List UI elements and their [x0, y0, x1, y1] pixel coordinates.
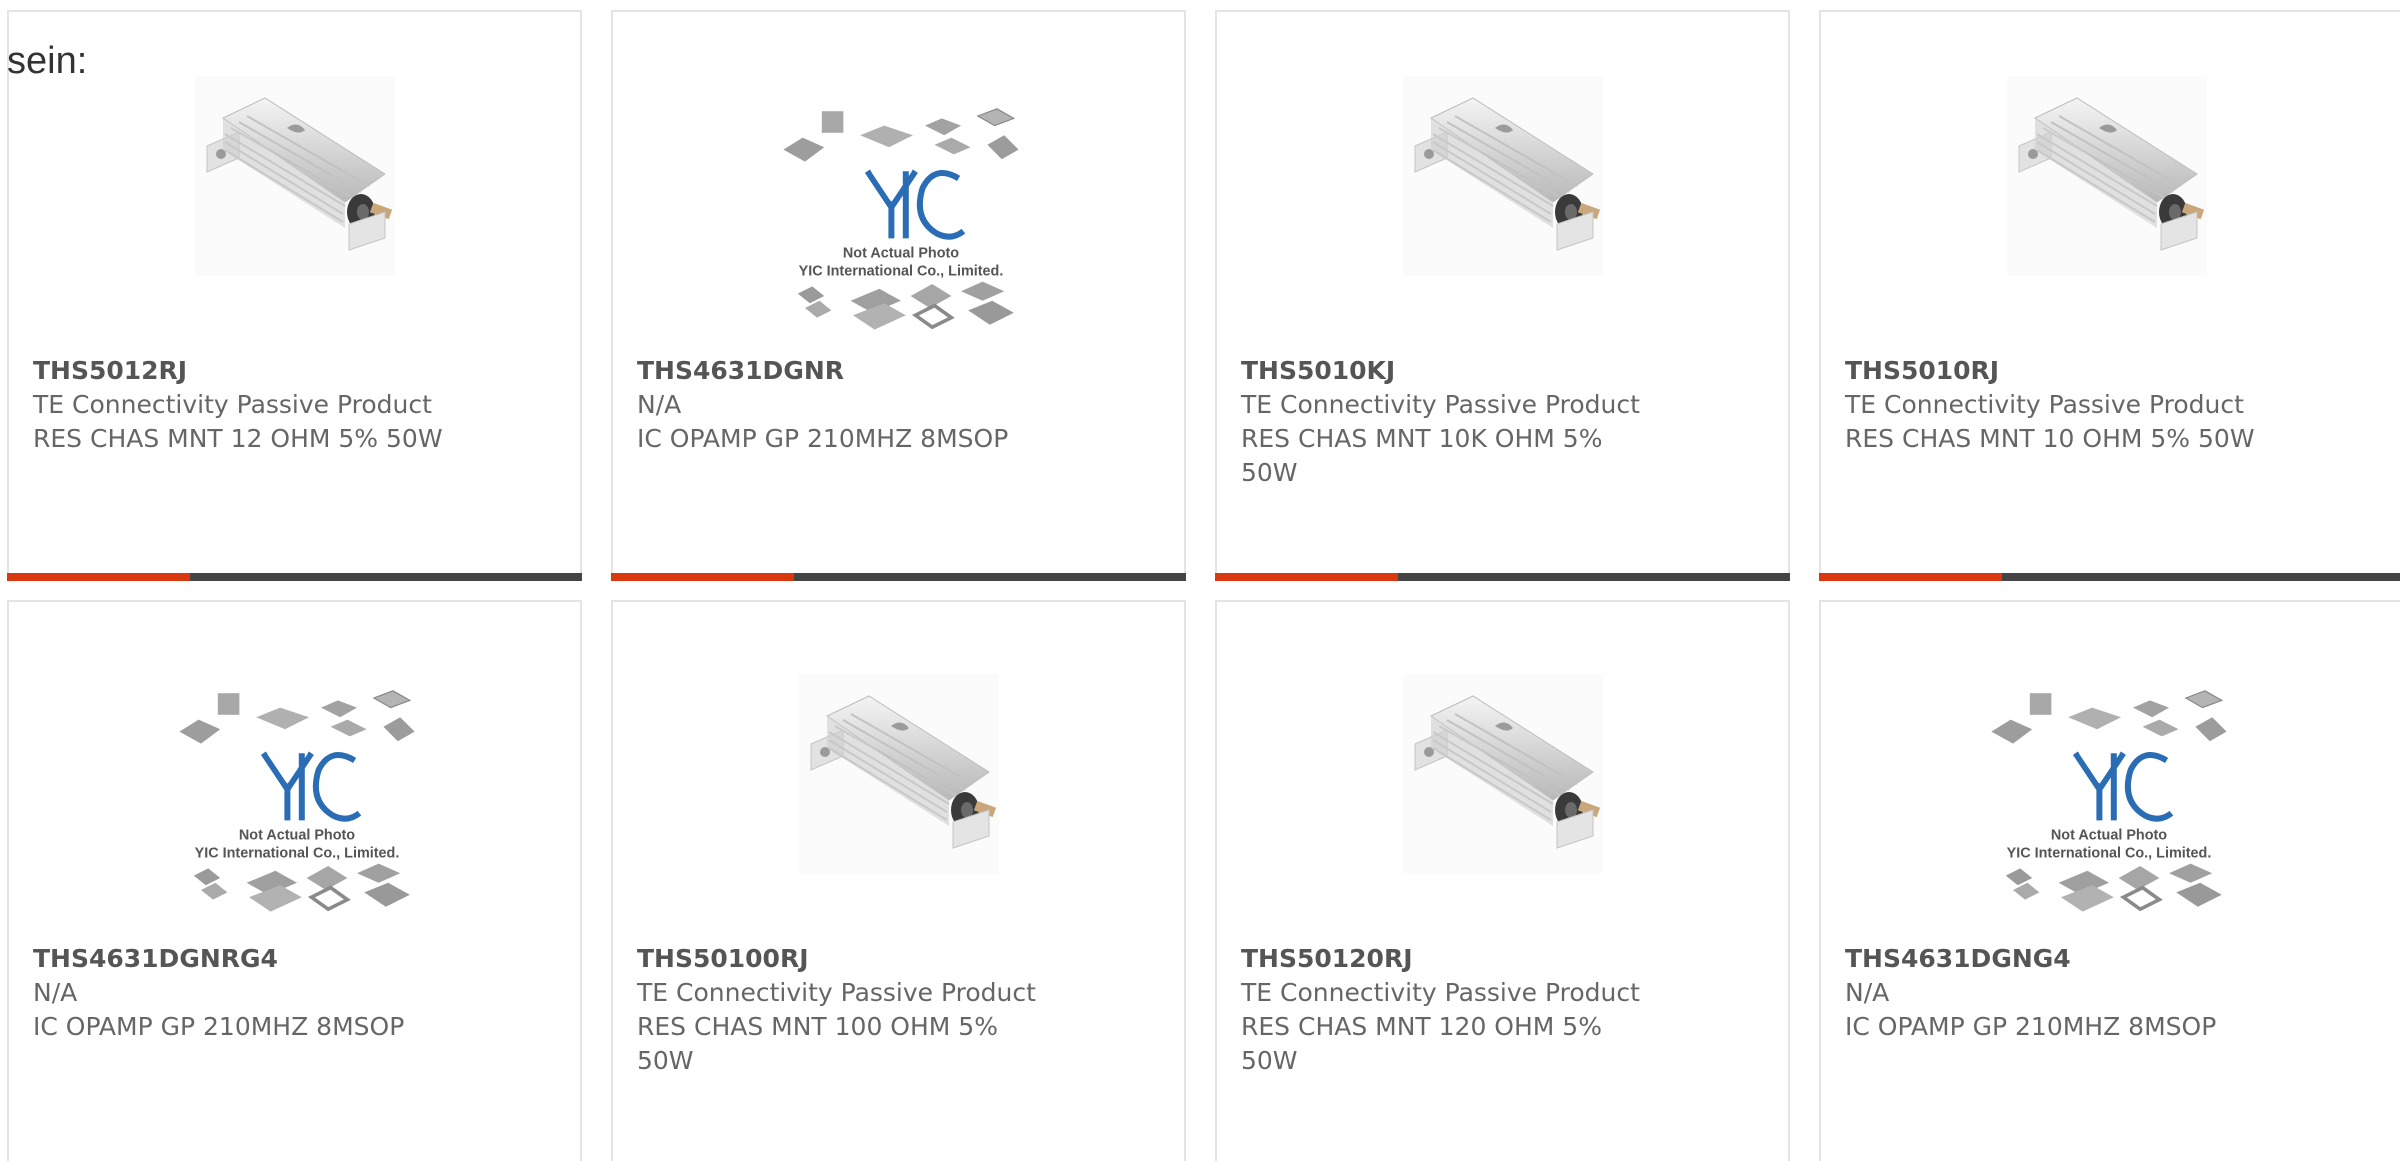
part-number[interactable]: THS5010RJ	[1845, 354, 2265, 388]
description: RES CHAS MNT 120 OHM 5% 50W	[1241, 1012, 1602, 1075]
product-card[interactable]: THS50120RJ TE Connectivity Passive Produ…	[1215, 600, 1790, 1161]
part-number[interactable]: THS5012RJ	[33, 354, 453, 388]
manufacturer: TE Connectivity Passive Product	[1845, 390, 2244, 419]
description: IC OPAMP GP 210MHZ 8MSOP	[637, 424, 1009, 453]
product-card[interactable]: Not Actual Photo YIC International Co., …	[611, 10, 1186, 581]
part-number[interactable]: THS5010KJ	[1241, 354, 1661, 388]
card-footer-accent	[1215, 573, 1398, 581]
yic-placeholder-icon: Not Actual Photo YIC International Co., …	[1979, 686, 2239, 926]
yic-placeholder-icon: Not Actual Photo YIC International Co., …	[167, 686, 427, 926]
product-info: THS4631DGNG4 N/A IC OPAMP GP 210MHZ 8MSO…	[1845, 942, 2265, 1044]
product-card[interactable]: Not Actual Photo YIC International Co., …	[1819, 600, 2400, 1161]
description: IC OPAMP GP 210MHZ 8MSOP	[1845, 1012, 2217, 1041]
manufacturer: N/A	[33, 978, 78, 1007]
product-info: THS5010RJ TE Connectivity Passive Produc…	[1845, 354, 2265, 456]
manufacturer: TE Connectivity Passive Product	[637, 978, 1036, 1007]
resistor-photo-icon	[799, 674, 999, 874]
card-footer-bar	[611, 573, 1186, 581]
image-caption-1: Not Actual Photo	[239, 828, 355, 844]
image-caption-2: YIC International Co., Limited.	[2007, 846, 2212, 862]
description: RES CHAS MNT 10K OHM 5% 50W	[1241, 424, 1603, 487]
product-card[interactable]: THS5012RJ TE Connectivity Passive Produc…	[7, 10, 582, 581]
image-caption-1: Not Actual Photo	[843, 246, 959, 262]
description: IC OPAMP GP 210MHZ 8MSOP	[33, 1012, 405, 1041]
description: RES CHAS MNT 12 OHM 5% 50W	[33, 424, 443, 453]
yic-placeholder-icon: Not Actual Photo YIC International Co., …	[771, 104, 1031, 344]
part-number[interactable]: THS50120RJ	[1241, 942, 1661, 976]
card-footer-bar	[7, 573, 582, 581]
product-info: THS5010KJ TE Connectivity Passive Produc…	[1241, 354, 1661, 490]
resistor-photo-icon	[1403, 674, 1603, 874]
product-card[interactable]: THS50100RJ TE Connectivity Passive Produ…	[611, 600, 1186, 1161]
resistor-photo-icon	[1403, 76, 1603, 276]
image-caption-2: YIC International Co., Limited.	[799, 264, 1004, 280]
product-card[interactable]: Not Actual Photo YIC International Co., …	[7, 600, 582, 1161]
intro-text: sein:	[7, 40, 88, 82]
part-number[interactable]: THS50100RJ	[637, 942, 1057, 976]
image-caption-1: Not Actual Photo	[2051, 828, 2167, 844]
manufacturer: TE Connectivity Passive Product	[1241, 978, 1640, 1007]
product-info: THS4631DGNRG4 N/A IC OPAMP GP 210MHZ 8MS…	[33, 942, 453, 1044]
part-number[interactable]: THS4631DGNG4	[1845, 942, 2265, 976]
resistor-photo-icon	[2007, 76, 2207, 276]
product-info: THS50100RJ TE Connectivity Passive Produ…	[637, 942, 1057, 1078]
product-info: THS4631DGNR N/A IC OPAMP GP 210MHZ 8MSOP	[637, 354, 1057, 456]
product-card[interactable]: THS5010KJ TE Connectivity Passive Produc…	[1215, 10, 1790, 581]
card-footer-bar	[1819, 573, 2400, 581]
image-caption-2: YIC International Co., Limited.	[195, 846, 400, 862]
manufacturer: N/A	[1845, 978, 1890, 1007]
description: RES CHAS MNT 100 OHM 5% 50W	[637, 1012, 998, 1075]
part-number[interactable]: THS4631DGNR	[637, 354, 1057, 388]
manufacturer: TE Connectivity Passive Product	[1241, 390, 1640, 419]
manufacturer: TE Connectivity Passive Product	[33, 390, 432, 419]
resistor-photo-icon	[195, 76, 395, 276]
product-info: THS5012RJ TE Connectivity Passive Produc…	[33, 354, 453, 456]
manufacturer: N/A	[637, 390, 682, 419]
card-footer-bar	[1215, 573, 1790, 581]
card-footer-accent	[7, 573, 190, 581]
product-grid-page: sein: THS5012RJ TE Connectivity Passive …	[0, 0, 2400, 1161]
product-card[interactable]: THS5010RJ TE Connectivity Passive Produc…	[1819, 10, 2400, 581]
product-info: THS50120RJ TE Connectivity Passive Produ…	[1241, 942, 1661, 1078]
description: RES CHAS MNT 10 OHM 5% 50W	[1845, 424, 2255, 453]
card-footer-accent	[1819, 573, 2002, 581]
part-number[interactable]: THS4631DGNRG4	[33, 942, 453, 976]
card-footer-accent	[611, 573, 794, 581]
